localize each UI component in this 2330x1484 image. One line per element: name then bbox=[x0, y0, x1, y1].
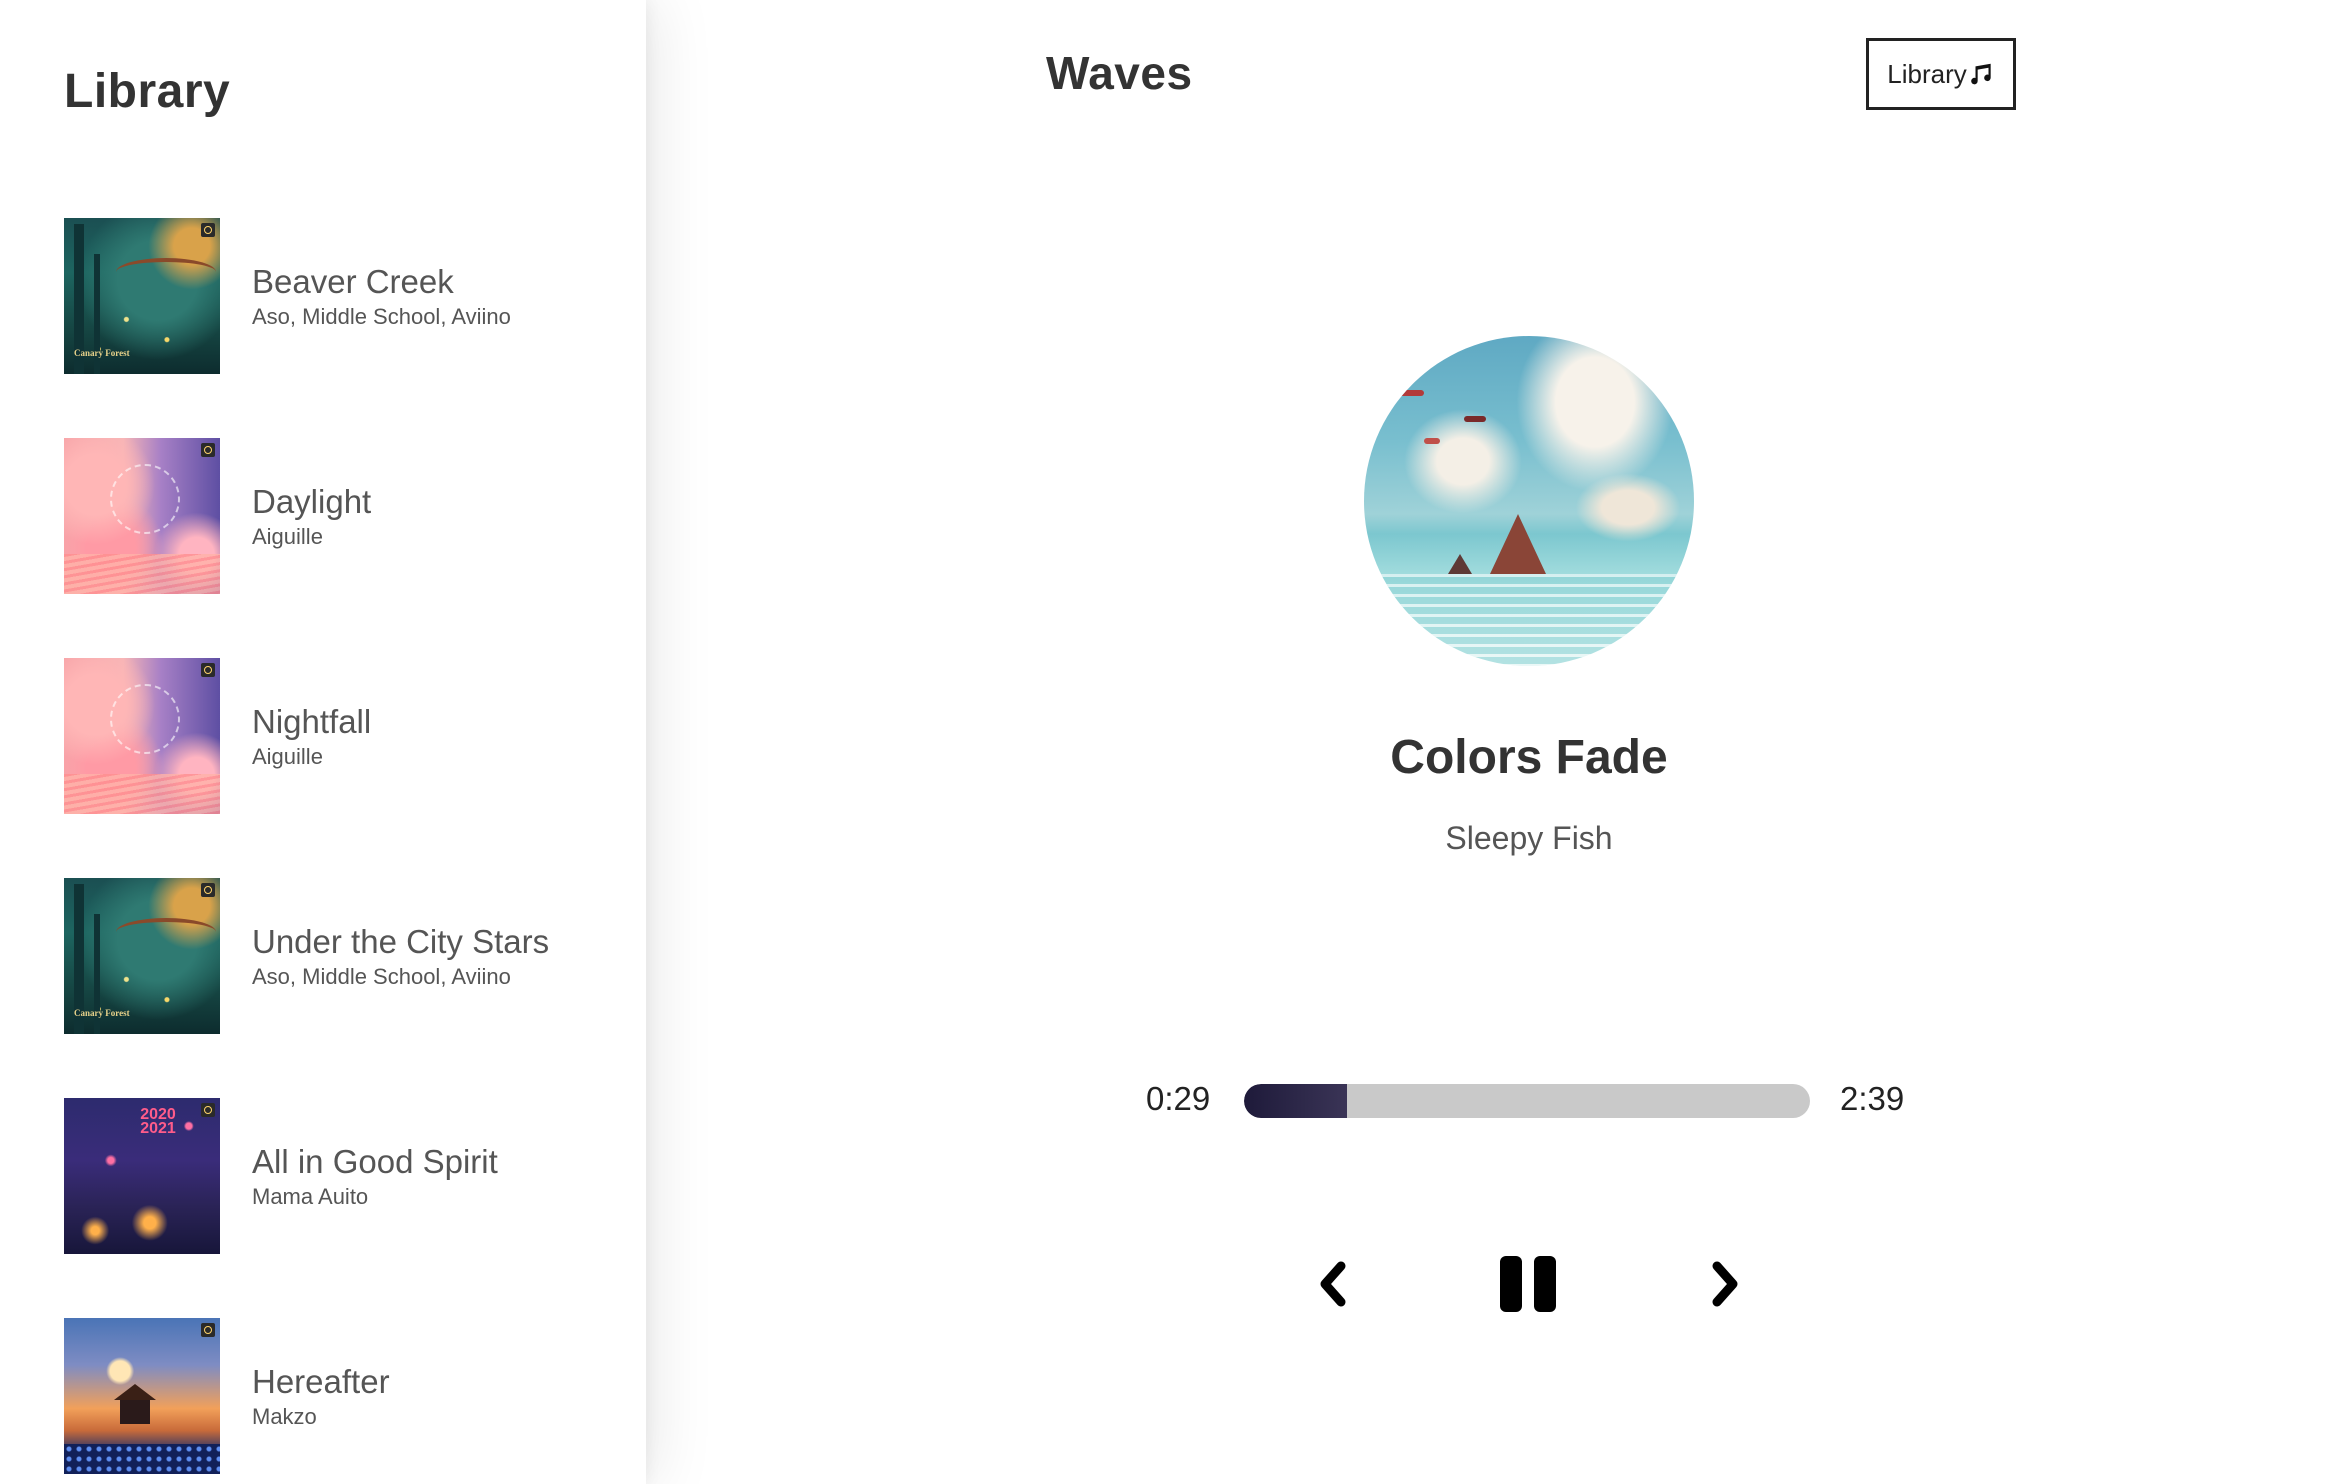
library-song-item[interactable]: Daylight Aiguille bbox=[64, 438, 624, 594]
library-toggle-button[interactable]: Library bbox=[1866, 38, 2016, 110]
current-time: 0:29 bbox=[1146, 1080, 1211, 1117]
app-brand-title: Waves bbox=[1046, 47, 1193, 99]
progress-slider[interactable] bbox=[1244, 1084, 1810, 1118]
track-title: Colors Fade bbox=[1390, 731, 1668, 784]
song-artist: Aso, Middle School, Aviino bbox=[252, 964, 511, 989]
song-name: Hereafter bbox=[252, 1363, 390, 1400]
library-song-item[interactable]: Nightfall Aiguille bbox=[64, 658, 624, 814]
library-song-item[interactable]: Canary Forest Under the City Stars Aso, … bbox=[64, 878, 624, 1034]
library-song-item[interactable]: Canary Forest Beaver Creek Aso, Middle S… bbox=[64, 218, 624, 374]
song-artist: Makzo bbox=[252, 1404, 317, 1429]
chevron-right-icon bbox=[1712, 1261, 1738, 1307]
album-cover: Canary Forest bbox=[64, 218, 220, 374]
previous-track-button[interactable] bbox=[1310, 1256, 1354, 1312]
song-name: Nightfall bbox=[252, 703, 372, 740]
song-artist: Aso, Middle School, Aviino bbox=[252, 304, 511, 329]
song-artist: Aiguille bbox=[252, 744, 323, 769]
cover-caption: Canary Forest bbox=[74, 1008, 130, 1018]
album-cover bbox=[64, 658, 220, 814]
progress-fill bbox=[1244, 1084, 1347, 1118]
library-title: Library bbox=[64, 65, 231, 118]
album-cover: Canary Forest bbox=[64, 878, 220, 1034]
music-player-app: Library Canary Forest Beaver Creek Aso, … bbox=[0, 0, 2330, 1484]
album-cover bbox=[64, 1318, 220, 1474]
song-artist: Mama Auito bbox=[252, 1184, 369, 1209]
next-track-button[interactable] bbox=[1704, 1256, 1748, 1312]
pause-icon bbox=[1500, 1256, 1556, 1312]
song-name: Beaver Creek bbox=[252, 263, 454, 300]
music-note-icon bbox=[1969, 61, 1995, 87]
song-name: Under the City Stars bbox=[252, 923, 550, 960]
cover-caption: 2020 2021 bbox=[140, 1106, 176, 1137]
library-song-item[interactable]: 2020 2021 All in Good Spirit Mama Auito bbox=[64, 1098, 624, 1254]
song-name: All in Good Spirit bbox=[252, 1143, 498, 1180]
cover-caption: Canary Forest bbox=[74, 348, 130, 358]
library-song-item[interactable]: Hereafter Makzo bbox=[64, 1318, 624, 1474]
song-name: Daylight bbox=[252, 483, 372, 520]
album-cover: 2020 2021 bbox=[64, 1098, 220, 1254]
track-artist: Sleepy Fish bbox=[1445, 820, 1613, 856]
library-panel: Library Canary Forest Beaver Creek Aso, … bbox=[0, 0, 646, 1484]
library-button-label: Library bbox=[1887, 58, 1967, 89]
album-art-disc bbox=[1364, 336, 1694, 666]
song-artist: Aiguille bbox=[252, 524, 323, 549]
track-duration: 2:39 bbox=[1840, 1080, 1905, 1117]
play-pause-button[interactable] bbox=[1496, 1252, 1560, 1316]
album-cover bbox=[64, 438, 220, 594]
chevron-left-icon bbox=[1320, 1261, 1346, 1307]
